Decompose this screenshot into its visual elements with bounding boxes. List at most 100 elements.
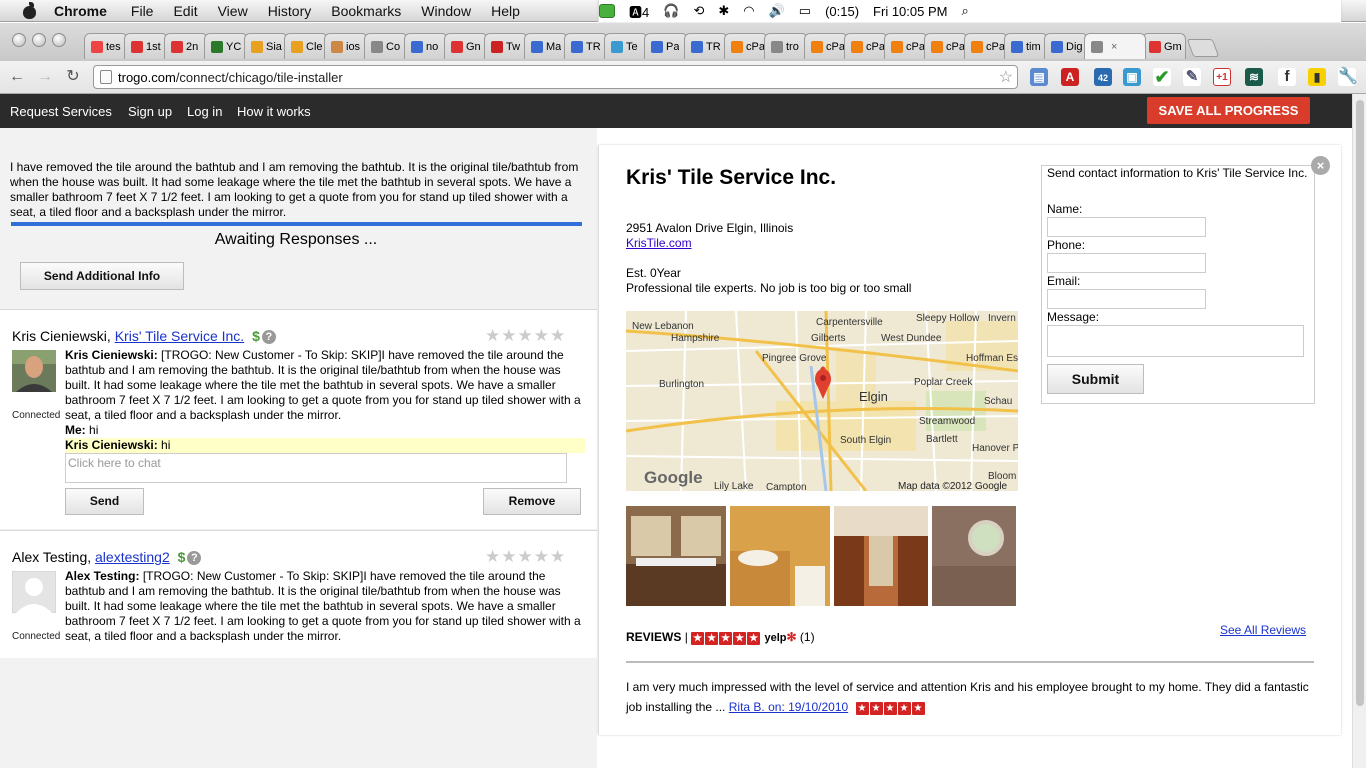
message-input[interactable] — [1047, 325, 1304, 357]
gallery-photo[interactable] — [834, 506, 928, 606]
gallery-photo[interactable] — [730, 506, 830, 606]
name-input[interactable] — [1047, 217, 1206, 237]
apple-icon[interactable] — [20, 1, 40, 19]
address-bar[interactable]: trogo.com/connect/chicago/tile-installer… — [93, 65, 1018, 89]
spotlight-icon[interactable]: ⌕ — [961, 3, 968, 19]
browser-tab[interactable]: Te — [604, 33, 648, 59]
headphones-icon[interactable]: 🎧 — [663, 3, 679, 19]
extension-green-icon[interactable]: ≋ — [1245, 68, 1263, 86]
company-link[interactable]: alextesting2 — [95, 549, 170, 565]
wifi-icon[interactable]: ◠ — [743, 3, 754, 19]
menu-bookmarks[interactable]: Bookmarks — [331, 3, 401, 19]
send-additional-info-button[interactable]: Send Additional Info — [20, 262, 184, 290]
bookmark-star-icon[interactable]: ☆ — [999, 67, 1013, 87]
facebook-icon[interactable]: f — [1278, 68, 1296, 86]
forward-icon[interactable]: → — [34, 67, 56, 87]
bluetooth-icon[interactable]: ✱ — [718, 3, 729, 19]
menu-view[interactable]: View — [218, 3, 248, 19]
close-tab-icon[interactable]: × — [1111, 41, 1117, 53]
nav-log-in[interactable]: Log in — [187, 104, 222, 119]
browser-tab[interactable]: TR — [564, 33, 608, 59]
nav-how-it-works[interactable]: How it works — [237, 104, 311, 119]
scrollbar-thumb[interactable] — [1356, 100, 1364, 706]
location-map[interactable]: New Lebanon Hampshire Carpentersville Gi… — [626, 311, 1018, 491]
browser-tab[interactable]: cPa — [844, 33, 888, 59]
gallery-photo[interactable] — [932, 506, 1016, 606]
browser-tab[interactable]: cPa — [804, 33, 848, 59]
help-icon[interactable]: ? — [187, 551, 202, 565]
zoom-window-button[interactable] — [52, 33, 66, 47]
browser-tab[interactable]: × — [1084, 33, 1146, 59]
time-machine-icon[interactable]: ⟲ — [693, 3, 704, 19]
acrobat-icon[interactable]: A — [1061, 68, 1079, 86]
close-window-button[interactable] — [12, 33, 26, 47]
gallery-photo[interactable] — [626, 506, 726, 606]
nav-request-services[interactable]: Request Services — [10, 104, 112, 119]
browser-tab[interactable]: cPa — [724, 33, 768, 59]
phone-input[interactable] — [1047, 253, 1206, 273]
business-website-link[interactable]: KrisTile.com — [626, 236, 692, 250]
browser-tab[interactable]: Sia — [244, 33, 288, 59]
browser-tab[interactable]: TR — [684, 33, 728, 59]
volume-icon[interactable]: 🔊 — [769, 3, 785, 19]
menu-app[interactable]: Chrome — [54, 3, 107, 19]
clock[interactable]: Fri 10:05 PM — [873, 4, 947, 19]
eyedropper-icon[interactable]: ✎ — [1183, 68, 1201, 86]
save-all-progress-button[interactable]: SAVE ALL PROGRESS — [1147, 97, 1310, 124]
browser-tab[interactable]: no — [404, 33, 448, 59]
new-tab-button[interactable] — [1186, 39, 1220, 57]
phone-icon[interactable]: ▮ — [1308, 68, 1326, 86]
menu-file[interactable]: File — [131, 3, 154, 19]
reload-icon[interactable]: ↻ — [62, 67, 84, 87]
evernote-icon[interactable] — [599, 4, 615, 18]
rating-stars[interactable]: ★★★★★ — [485, 547, 566, 567]
tab-label: tim — [1026, 40, 1041, 53]
page-scrollbar[interactable] — [1352, 94, 1366, 768]
browser-tab[interactable]: tro — [764, 33, 808, 59]
browser-tab[interactable]: Pa — [644, 33, 688, 59]
browser-tab[interactable]: YC — [204, 33, 248, 59]
browser-tab[interactable]: Co — [364, 33, 408, 59]
browser-tab[interactable]: 1st — [124, 33, 168, 59]
browser-tab[interactable]: 2n — [164, 33, 208, 59]
back-icon[interactable]: ← — [6, 67, 28, 87]
remove-button[interactable]: Remove — [483, 488, 581, 515]
browser-tab[interactable]: Ma — [524, 33, 568, 59]
menu-edit[interactable]: Edit — [173, 3, 197, 19]
submit-button[interactable]: Submit — [1047, 364, 1144, 394]
send-button[interactable]: Send — [65, 488, 144, 515]
menu-window[interactable]: Window — [421, 3, 471, 19]
rating-stars[interactable]: ★★★★★ — [485, 326, 566, 346]
browser-tab[interactable]: Gn — [444, 33, 488, 59]
browser-tab[interactable]: Dig — [1044, 33, 1088, 59]
browser-tab[interactable]: ios — [324, 33, 368, 59]
minimize-window-button[interactable] — [32, 33, 46, 47]
help-icon[interactable]: ? — [261, 330, 276, 344]
browser-tab[interactable]: cPa — [964, 33, 1008, 59]
chat-input[interactable]: Click here to chat — [65, 453, 567, 483]
menu-help[interactable]: Help — [491, 3, 520, 19]
battery-icon[interactable]: ▭ — [799, 3, 811, 19]
nav-sign-up[interactable]: Sign up — [128, 104, 172, 119]
yelp-logo: yelp — [764, 632, 787, 644]
see-all-reviews-link[interactable]: See All Reviews — [1220, 623, 1306, 637]
extension-badge-icon[interactable]: 42 — [1094, 68, 1112, 86]
browser-tab[interactable]: Gm — [1142, 33, 1186, 59]
menu-history[interactable]: History — [268, 3, 312, 19]
browser-tab[interactable]: Tw — [484, 33, 528, 59]
google-plus-icon[interactable]: +1 — [1213, 68, 1231, 86]
close-panel-icon[interactable]: × — [1311, 156, 1330, 175]
adobe-icon[interactable]: 🅰4 — [629, 2, 649, 21]
browser-tab[interactable]: Cle — [284, 33, 328, 59]
browser-tab[interactable]: cPa — [884, 33, 928, 59]
screen-capture-icon[interactable]: ▣ — [1123, 68, 1141, 86]
extension-1-icon[interactable]: ▤ — [1030, 68, 1048, 86]
browser-tab[interactable]: tes — [84, 33, 128, 59]
company-link[interactable]: Kris' Tile Service Inc. — [115, 328, 245, 344]
email-input[interactable] — [1047, 289, 1206, 309]
wrench-icon[interactable]: 🔧 — [1338, 68, 1358, 86]
checkmark-icon[interactable]: ✔ — [1153, 68, 1171, 86]
browser-tab[interactable]: tim — [1004, 33, 1048, 59]
browser-tab[interactable]: cPa — [924, 33, 968, 59]
reviewer-link[interactable]: Rita B. on: 19/10/2010 — [729, 700, 848, 714]
